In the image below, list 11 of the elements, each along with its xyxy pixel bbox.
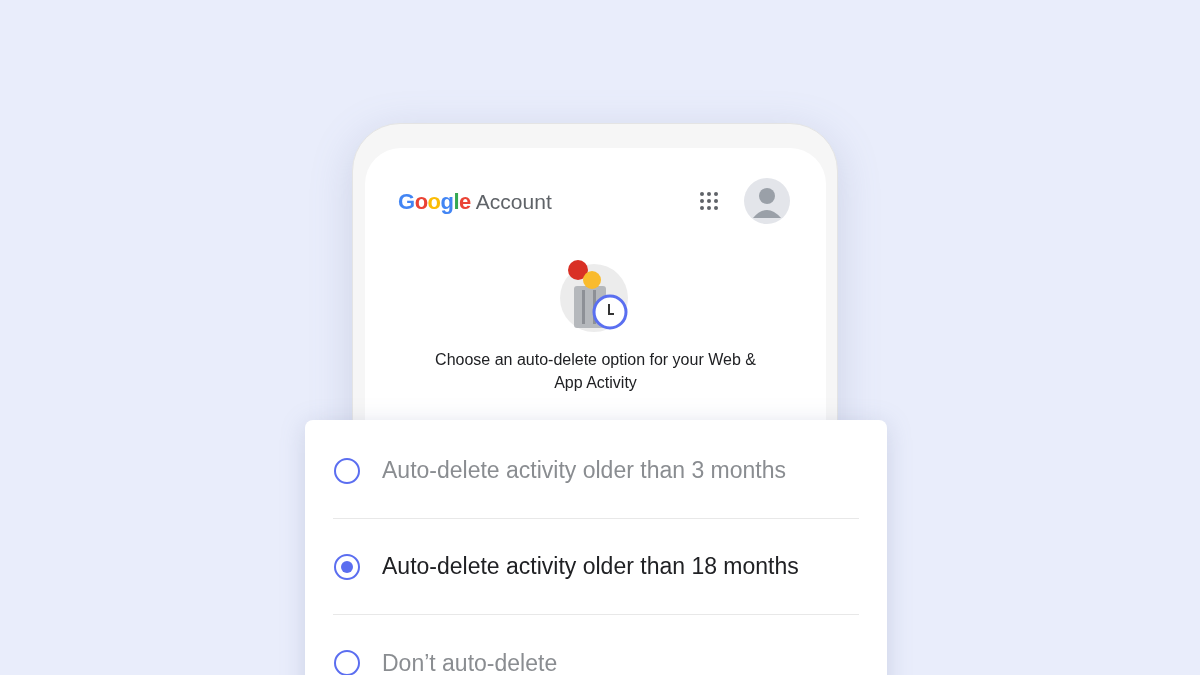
- apps-grid-icon[interactable]: [700, 192, 718, 210]
- avatar-icon[interactable]: [744, 178, 790, 224]
- intro-text: Choose an auto-delete option for your Web & App Activity: [434, 350, 757, 393]
- option-label: Auto-delete activity older than 3 months: [382, 456, 786, 486]
- option-label: Don’t auto-delete: [382, 648, 558, 675]
- radio-button[interactable]: [334, 650, 360, 675]
- header-title: Account: [475, 188, 552, 215]
- radio-button[interactable]: [334, 553, 360, 580]
- radio-button[interactable]: [334, 457, 360, 484]
- logo: Google: [398, 187, 471, 216]
- option-label: Auto-delete activity older than 18 months: [382, 552, 799, 582]
